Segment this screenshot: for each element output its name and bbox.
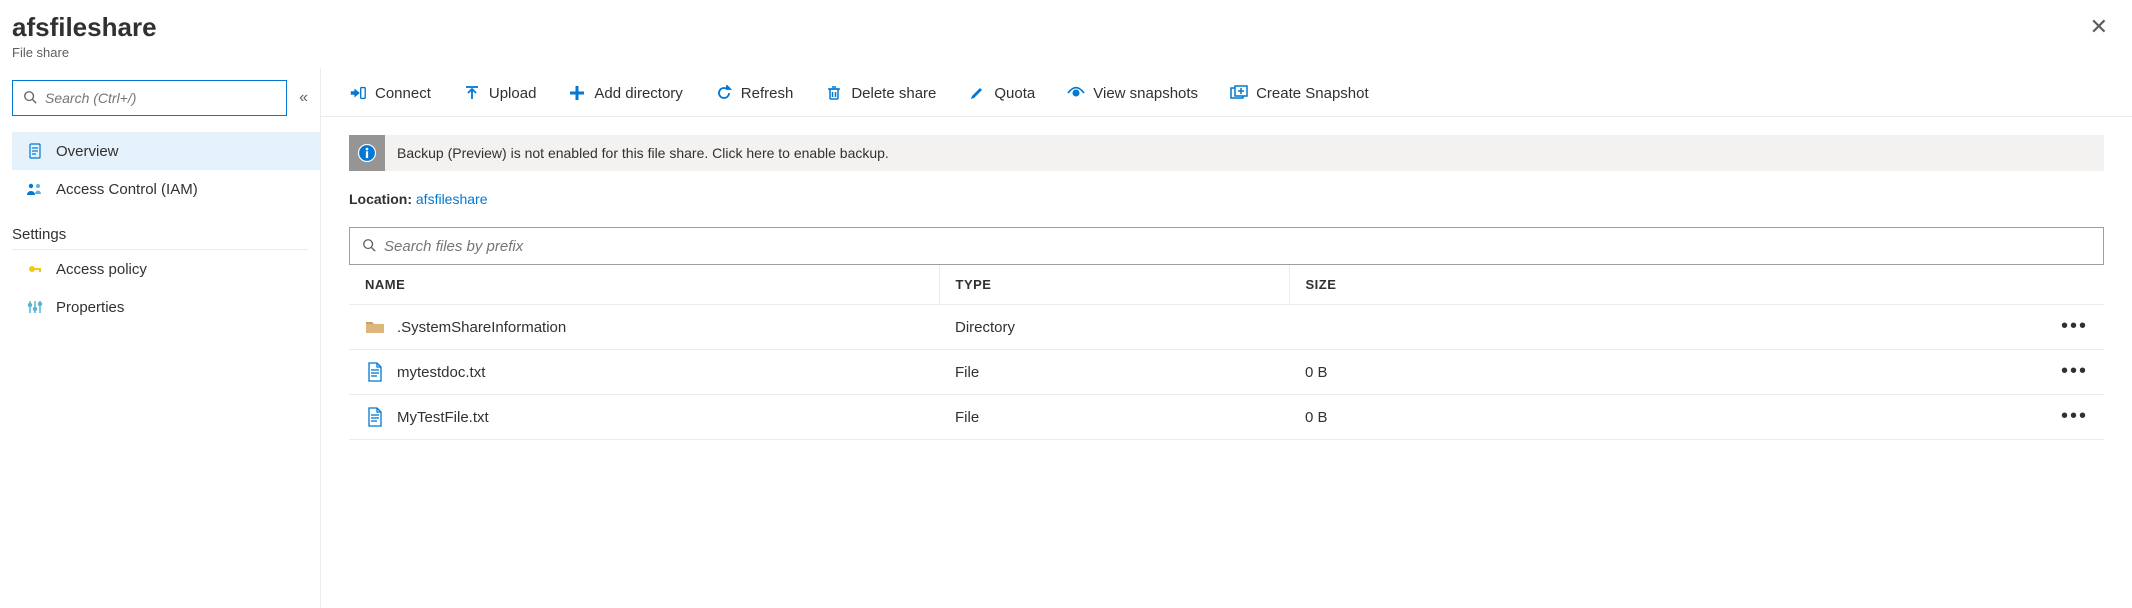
sidebar-search-input[interactable] [45, 90, 276, 106]
location-label: Location: [349, 191, 412, 207]
row-actions-button[interactable]: ••• [2061, 360, 2088, 382]
collapse-sidebar-button[interactable]: « [295, 85, 312, 111]
tool-label: Delete share [851, 85, 936, 102]
sidebar-item-properties[interactable]: Properties [12, 288, 320, 326]
add-directory-button[interactable]: Add directory [568, 84, 682, 102]
sidebar-item-label: Access policy [56, 261, 147, 278]
sidebar-item-label: Overview [56, 143, 119, 160]
delete-share-button[interactable]: Delete share [825, 84, 936, 102]
tool-label: View snapshots [1093, 85, 1198, 102]
people-icon [26, 180, 44, 198]
refresh-button[interactable]: Refresh [715, 84, 794, 102]
table-row[interactable]: mytestdoc.txt File 0 B ••• [349, 350, 2104, 395]
tool-label: Upload [489, 85, 537, 102]
pencil-icon [968, 84, 986, 102]
close-button[interactable]: ✕ [2086, 12, 2112, 42]
refresh-icon [715, 84, 733, 102]
search-icon [23, 90, 37, 107]
file-search[interactable] [349, 227, 2104, 265]
page-subtitle: File share [12, 45, 157, 60]
file-type: File [939, 395, 1289, 440]
connect-button[interactable]: Connect [349, 84, 431, 102]
page-title: afsfileshare [12, 12, 157, 43]
snapshot-icon [1230, 84, 1248, 102]
sidebar-item-label: Properties [56, 299, 124, 316]
sidebar-section-settings: Settings [12, 208, 308, 250]
row-actions-button[interactable]: ••• [2061, 405, 2088, 427]
connect-icon [349, 84, 367, 102]
upload-icon [463, 84, 481, 102]
sliders-icon [26, 298, 44, 316]
document-icon [26, 142, 44, 160]
plus-icon [568, 84, 586, 102]
table-row[interactable]: .SystemShareInformation Directory ••• [349, 305, 2104, 350]
eye-icon [1067, 84, 1085, 102]
upload-button[interactable]: Upload [463, 84, 537, 102]
banner-message: Backup (Preview) is not enabled for this… [397, 137, 889, 169]
trash-icon [825, 84, 843, 102]
sidebar: « Overview Access Control (IAM) Settings [0, 68, 320, 608]
toolbar: Connect Upload Add directory Refresh [321, 68, 2132, 117]
column-size[interactable]: SIZE [1289, 265, 2104, 305]
backup-banner[interactable]: Backup (Preview) is not enabled for this… [349, 135, 2104, 171]
location-link[interactable]: afsfileshare [416, 191, 488, 207]
quota-button[interactable]: Quota [968, 84, 1035, 102]
file-name: .SystemShareInformation [397, 319, 566, 336]
file-search-input[interactable] [384, 238, 2091, 255]
file-icon [365, 407, 385, 427]
key-icon [26, 260, 44, 278]
tool-label: Create Snapshot [1256, 85, 1369, 102]
file-icon [365, 362, 385, 382]
file-table: NAME TYPE SIZE .SystemShareInformation [349, 265, 2104, 440]
folder-icon [365, 317, 385, 337]
view-snapshots-button[interactable]: View snapshots [1067, 84, 1198, 102]
file-size [1289, 305, 2044, 350]
file-type: Directory [939, 305, 1289, 350]
file-name: mytestdoc.txt [397, 364, 485, 381]
tool-label: Connect [375, 85, 431, 102]
info-icon [349, 135, 385, 171]
file-name: MyTestFile.txt [397, 409, 489, 426]
sidebar-item-access-control[interactable]: Access Control (IAM) [12, 170, 320, 208]
sidebar-item-access-policy[interactable]: Access policy [12, 250, 320, 288]
file-size: 0 B [1289, 350, 2044, 395]
file-type: File [939, 350, 1289, 395]
column-type[interactable]: TYPE [939, 265, 1289, 305]
tool-label: Quota [994, 85, 1035, 102]
sidebar-item-label: Access Control (IAM) [56, 181, 198, 198]
sidebar-item-overview[interactable]: Overview [12, 132, 320, 170]
file-size: 0 B [1289, 395, 2044, 440]
search-icon [362, 238, 376, 255]
tool-label: Add directory [594, 85, 682, 102]
column-name[interactable]: NAME [349, 265, 939, 305]
tool-label: Refresh [741, 85, 794, 102]
row-actions-button[interactable]: ••• [2061, 315, 2088, 337]
table-row[interactable]: MyTestFile.txt File 0 B ••• [349, 395, 2104, 440]
create-snapshot-button[interactable]: Create Snapshot [1230, 84, 1369, 102]
sidebar-search[interactable] [12, 80, 287, 116]
